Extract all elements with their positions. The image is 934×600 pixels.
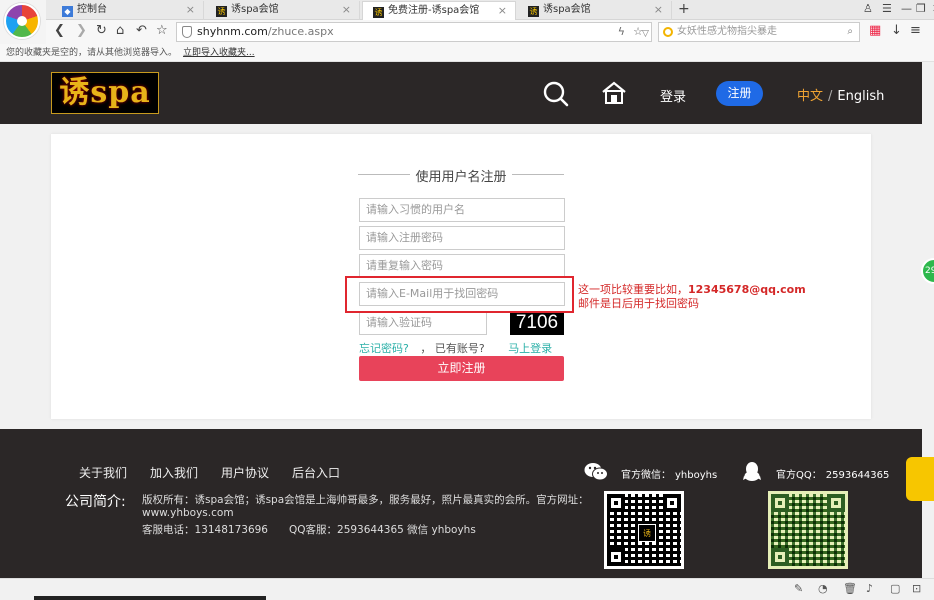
footer-link-join[interactable]: 加入我们 — [150, 464, 198, 481]
site-footer: 关于我们 加入我们 用户协议 后台入口 公司简介: 版权所有：诱spa会馆；诱s… — [0, 429, 922, 585]
qq-contact: 官方QQ： 2593644365 — [776, 470, 890, 481]
search-engine-icon — [663, 27, 673, 37]
minimize-icon[interactable]: — — [901, 2, 912, 15]
lang-zh-link[interactable]: 中文 — [797, 89, 823, 104]
captcha-image[interactable]: 7106 — [510, 311, 564, 335]
qq-qr-code — [768, 491, 848, 569]
submit-register-button[interactable]: 立即注册 — [359, 356, 564, 381]
speed-icon[interactable]: ◔ — [818, 582, 828, 595]
bookmarks-bar: 您的收藏夹是空的，请从其他浏览器导入。 立即导入收藏夹... — [0, 44, 934, 62]
dropdown-chevron-icon[interactable]: ▽ — [642, 26, 649, 42]
language-switch: 中文 / English — [797, 89, 885, 104]
apps-grid-icon[interactable]: ▦ — [869, 23, 881, 39]
site-favicon-icon: 诱 — [528, 6, 539, 17]
wechat-icon — [584, 463, 608, 481]
footer-link-terms[interactable]: 用户协议 — [221, 464, 269, 481]
site-favicon-icon: 诱 — [216, 6, 227, 17]
pin-icon[interactable]: ✎ — [794, 582, 803, 595]
lang-en-link[interactable]: English — [837, 89, 884, 104]
tab-bar: ◆ 控制台 × 诱诱spa会馆 × 诱免费注册-诱spa会馆 × 诱诱spa会馆 … — [46, 0, 934, 20]
nav-bar: ❮ ❯ ↻ ⌂ ↶ ☆ shyhnm.com/zhuce.aspx ϟ ☆ ▽ … — [46, 20, 934, 44]
menu-icon[interactable]: ☰ — [882, 2, 892, 15]
undo-icon[interactable]: ↶ — [136, 23, 147, 39]
side-float-badge[interactable]: 29 — [921, 258, 934, 284]
username-input[interactable]: 请输入习惯的用户名 — [359, 198, 565, 222]
have-account-text: 已有账号? — [434, 342, 485, 355]
footer-link-admin[interactable]: 后台入口 — [292, 464, 340, 481]
lightning-icon[interactable]: ϟ — [618, 23, 625, 41]
password-input[interactable]: 请输入注册密码 — [359, 226, 565, 250]
site-header: 诱spa 登录 注册 中文 / English — [0, 62, 922, 124]
account-links: 忘记密码? ， 已有账号? 马上登录 — [359, 342, 553, 355]
close-icon[interactable]: × — [186, 1, 195, 19]
search-input[interactable]: 女妖性感尤物指尖暴走 ⌕ — [658, 22, 860, 42]
zoom-icon[interactable]: ⊡ — [912, 582, 921, 595]
maximize-icon[interactable]: ❐ — [916, 2, 926, 15]
tab-site-2[interactable]: 诱诱spa会馆 × — [518, 1, 672, 20]
register-button[interactable]: 注册 — [716, 81, 763, 106]
login-now-link[interactable]: 马上登录 — [508, 342, 552, 355]
intro-line-2: www.yhboys.com — [142, 507, 234, 519]
qq-icon — [743, 462, 761, 481]
download-icon[interactable]: ↓ — [891, 23, 902, 39]
footer-link-about[interactable]: 关于我们 — [79, 464, 127, 481]
close-icon[interactable]: × — [342, 1, 351, 19]
back-icon[interactable]: ❮ — [54, 23, 65, 39]
home-icon[interactable] — [601, 80, 627, 106]
form-title: 使用用户名注册 — [358, 166, 564, 185]
shirt-icon[interactable]: ♙ — [863, 2, 873, 15]
console-icon: ◆ — [62, 6, 73, 17]
close-icon[interactable]: × — [654, 1, 663, 19]
shield-icon — [182, 26, 192, 38]
refresh-icon[interactable]: ↻ — [96, 23, 107, 39]
highlight-box — [345, 276, 574, 313]
home-icon[interactable]: ⌂ — [116, 23, 124, 39]
volume-icon[interactable]: ♪ — [866, 582, 873, 595]
annotation-note: 这一项比较重要比如，12345678@qq.com 邮件是日后用于找回密码 — [578, 283, 806, 310]
tab-site-1[interactable]: 诱诱spa会馆 × — [206, 1, 360, 20]
confirm-password-input[interactable]: 请重复输入密码 — [359, 254, 565, 278]
qr-logo-icon: 诱 — [638, 524, 656, 542]
intro-line-1: 版权所有：诱spa会馆；诱spa会馆是上海帅哥最多，服务最好，照片最真实的会所。… — [142, 494, 589, 506]
trash-icon[interactable]: 🗑 — [843, 582, 857, 595]
captcha-input[interactable]: 请输入验证码 — [359, 311, 487, 335]
site-logo[interactable]: 诱spa — [51, 72, 159, 114]
forward-icon[interactable]: ❯ — [76, 23, 87, 39]
tab-register[interactable]: 诱免费注册-诱spa会馆 × — [362, 1, 516, 20]
taskbar-strip — [34, 596, 266, 600]
intro-line-3: 客服电话：13148173696 QQ客服：2593644365 微信 yhbo… — [142, 524, 476, 536]
address-bar[interactable]: shyhnm.com/zhuce.aspx ϟ ☆ — [176, 22, 652, 42]
new-tab-icon[interactable]: + — [678, 0, 690, 18]
tab-console[interactable]: ◆ 控制台 × — [52, 1, 204, 20]
browser-logo-icon[interactable] — [4, 3, 40, 39]
more-menu-icon[interactable]: ≡ — [910, 23, 921, 39]
intro-label: 公司简介: — [65, 494, 126, 510]
forgot-password-link[interactable]: 忘记密码? — [359, 342, 409, 355]
login-link[interactable]: 登录 — [660, 86, 686, 105]
window-icon[interactable]: ▢ — [890, 582, 900, 595]
import-bookmarks-link[interactable]: 立即导入收藏夹... — [183, 48, 255, 58]
wechat-qr-code: 诱 — [604, 491, 684, 569]
wechat-contact: 官方微信： yhboyhs — [621, 470, 718, 481]
close-icon[interactable]: × — [498, 2, 507, 20]
search-icon[interactable]: ⌕ — [847, 23, 853, 41]
star-icon[interactable]: ☆ — [156, 23, 168, 39]
site-favicon-icon: 诱 — [373, 7, 384, 18]
chat-float-tab[interactable] — [906, 457, 934, 501]
browser-chrome: ◆ 控制台 × 诱诱spa会馆 × 诱免费注册-诱spa会馆 × 诱诱spa会馆 … — [0, 0, 934, 62]
search-icon[interactable] — [543, 81, 569, 107]
